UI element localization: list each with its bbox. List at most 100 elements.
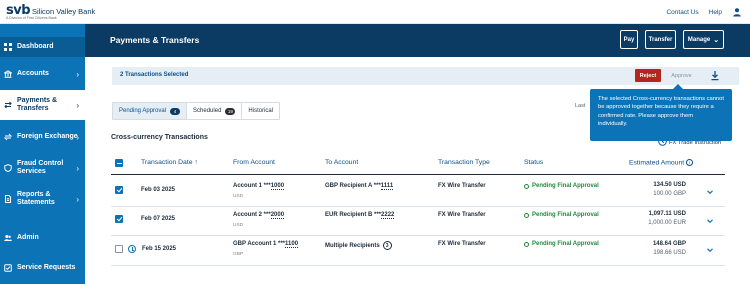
row-checkbox[interactable] (115, 186, 123, 194)
sidebar-item-label: Foreign Exchange (17, 133, 78, 140)
help-link[interactable]: Help (709, 9, 722, 16)
sort-arrow-up-icon: ↑ (194, 159, 198, 166)
download-icon[interactable] (710, 70, 720, 81)
dashboard-icon (4, 43, 12, 51)
row-type: FX Wire Transfer (438, 241, 486, 247)
document-icon (4, 195, 12, 203)
sidebar-item-label: Fraud Control Services (17, 160, 63, 176)
tab-pending-approval[interactable]: Pending Approval 4 (113, 103, 188, 119)
checklist-icon (4, 264, 12, 272)
account-prefix: GBP Account 1 *** (233, 241, 286, 247)
select-all-checkbox[interactable] (115, 159, 123, 167)
account-prefix: Account 2 *** (233, 212, 271, 218)
column-header-date[interactable]: Transaction Date ↑ (141, 159, 198, 166)
sidebar-item-label-line1: Fraud Control (17, 160, 64, 167)
sidebar-item-dashboard[interactable]: Dashboard (0, 37, 85, 57)
sidebar-item-label: Accounts (17, 70, 49, 77)
row-from-account: Account 2 ***2000 (233, 212, 285, 219)
column-label: Estimated Amount (629, 159, 685, 167)
row-amount-main: 1,097.11 USD (648, 211, 686, 217)
row-checkbox[interactable] (115, 245, 123, 253)
info-icon[interactable]: i (686, 159, 694, 166)
page-header: Payments & Transfers Pay Transfer Manage… (85, 24, 750, 57)
reject-button[interactable]: Reject (635, 69, 661, 82)
chevron-right-icon: › (76, 194, 79, 204)
row-to-account: GBP Recipient A ***1111 (325, 183, 394, 190)
column-label: Transaction Date (141, 159, 193, 166)
logo-tagline: A Division of First Citizens Bank (6, 16, 57, 20)
row-divider (111, 206, 725, 207)
tab-count-badge: 19 (225, 107, 236, 115)
row-amount-secondary: 100.00 GBP (653, 191, 686, 197)
sidebar-item-label-line2: Transfers (17, 105, 49, 112)
sidebar-item-admin[interactable]: Admin (0, 228, 85, 248)
fx-icon (3, 133, 13, 141)
pay-button[interactable]: Pay (620, 30, 638, 49)
recipient-label: Multiple Recipients (325, 243, 380, 250)
chevron-right-icon: › (76, 163, 79, 173)
sidebar-item-reports-statements[interactable]: Reports & Statements › (0, 186, 85, 212)
recipient-count-badge[interactable]: 3 (382, 241, 392, 250)
section-title: Cross-currency Transactions (111, 134, 208, 141)
expand-chevron-icon[interactable] (706, 246, 714, 254)
tab-scheduled[interactable]: Scheduled 19 (187, 103, 243, 119)
user-profile-icon[interactable] (732, 7, 742, 17)
manage-label: Manage (687, 36, 711, 43)
row-from-currency: USD (233, 223, 244, 228)
sidebar-item-service-requests[interactable]: Service Requests (0, 258, 85, 278)
status-label: Pending Final Approval (532, 241, 599, 247)
row-amount-secondary: 1,000.00 EUR (648, 220, 686, 226)
sidebar-item-label: Reports & Statements (17, 191, 55, 207)
account-suffix: 2222 (381, 212, 395, 219)
account-suffix: 2000 (270, 212, 285, 219)
row-amount-main: 134.50 USD (653, 182, 686, 188)
status-label: Pending Final Approval (532, 183, 599, 189)
status-pending-icon (524, 241, 529, 247)
users-icon (4, 234, 12, 242)
row-from-currency: USD (233, 194, 244, 199)
expand-chevron-icon[interactable] (706, 217, 714, 225)
column-header-type: Transaction Type (438, 159, 490, 166)
row-status: Pending Final Approval (524, 212, 599, 218)
row-type: FX Wire Transfer (438, 183, 486, 189)
row-date: Feb 15 2025 (142, 246, 177, 252)
row-to-account: EUR Recipient B ***2222 (325, 212, 395, 219)
status-label: Pending Final Approval (532, 212, 599, 218)
row-from-account: GBP Account 1 ***1100 (233, 241, 299, 248)
bank-icon (2, 70, 14, 78)
header-divider (111, 174, 725, 175)
expand-chevron-icon[interactable] (706, 188, 714, 196)
row-to-account: Multiple Recipients 3 (325, 241, 392, 250)
status-pending-icon (524, 183, 529, 189)
account-prefix: Account 1 *** (233, 183, 271, 189)
sidebar-item-label: Payments & Transfers (17, 97, 57, 113)
transfer-icon (4, 101, 12, 109)
selection-banner: 2 Transactions Selected Reject Approve (112, 67, 739, 85)
column-header-from: From Account (233, 159, 275, 166)
sidebar-item-label-line1: Payments & (17, 97, 58, 104)
shield-icon (4, 164, 12, 173)
svb-logo[interactable]: svb Silicon Valley Bank A Division of Fir… (6, 3, 96, 20)
account-prefix: EUR Recipient B *** (325, 212, 382, 218)
contact-us-link[interactable]: Contact Us (666, 9, 698, 16)
column-header-to: To Account (325, 159, 359, 166)
logo-name: Silicon Valley Bank (32, 7, 96, 16)
row-checkbox[interactable] (115, 215, 123, 223)
account-suffix: 1111 (380, 183, 394, 190)
sidebar-item-accounts[interactable]: Accounts › (0, 64, 85, 84)
row-divider (111, 265, 725, 266)
row-status: Pending Final Approval (524, 183, 599, 189)
approval-tooltip: The selected Cross-currency transactions… (590, 84, 732, 141)
account-suffix: 1000 (270, 183, 285, 190)
sidebar-item-fraud-control[interactable]: Fraud Control Services › (0, 155, 85, 181)
row-from-account: Account 1 ***1000 (233, 183, 285, 190)
manage-dropdown[interactable]: Manage ⌄ (683, 30, 724, 49)
transfer-button[interactable]: Transfer (645, 30, 676, 49)
tab-historical[interactable]: Historical (242, 103, 279, 119)
row-type: FX Wire Transfer (438, 212, 486, 218)
approve-button[interactable]: Approve (665, 69, 698, 82)
sidebar-item-foreign-exchange[interactable]: Foreign Exchange › (0, 127, 85, 147)
sidebar-item-payments-transfers[interactable]: Payments & Transfers › (0, 90, 85, 120)
chevron-right-icon: › (76, 69, 79, 79)
scheduled-clock-icon (128, 245, 136, 253)
